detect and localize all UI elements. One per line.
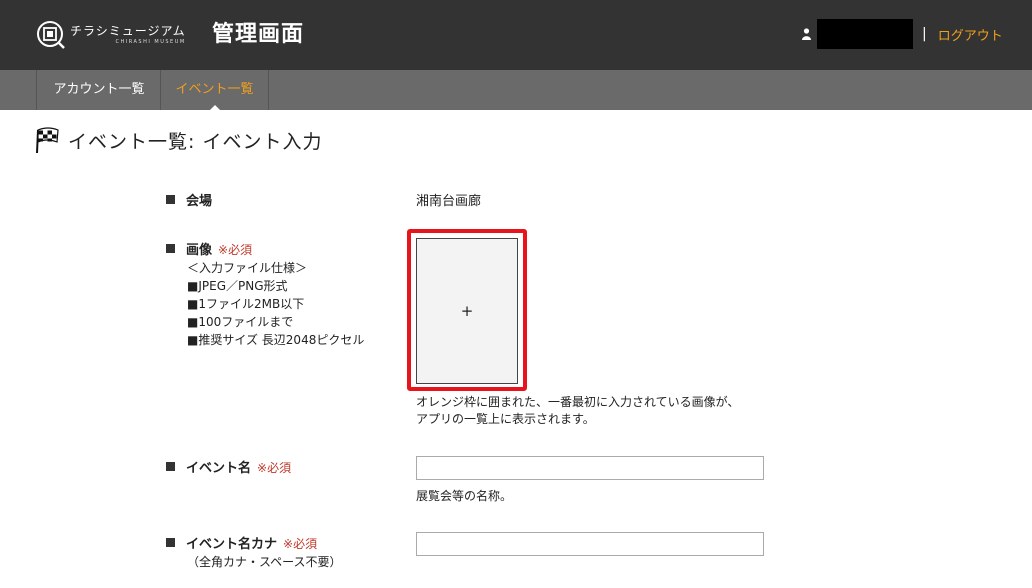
event-name-label: イベント名 [186,461,252,476]
image-note-line: オレンジ枠に囲まれた、一番最初に入力されている画像が、 [416,395,740,409]
venue-label: 会場 [186,194,213,209]
bullet-square [166,244,175,253]
logout-link[interactable]: ログアウト [938,25,1003,44]
checkered-flag-icon [36,127,59,154]
tab-events[interactable]: イベント一覧 [160,70,269,110]
spec-line: ＜入力ファイル仕様＞ [187,261,308,275]
spec-line: ■1ファイル2MB以下 [187,297,305,311]
image-spec: ＜入力ファイル仕様＞ ■JPEG／PNG形式 ■1ファイル2MB以下 ■100フ… [187,259,364,349]
event-name-input[interactable] [416,456,764,480]
event-kana-input[interactable] [416,532,764,556]
logo[interactable]: チラシミュージアム CHIRASHI MUSEUM [36,20,186,54]
event-kana-note: （全角カナ・スペース不要） [187,555,342,569]
image-upload-slot[interactable]: + [416,238,518,384]
event-kana-required-mark: ※必須 [283,537,318,551]
logo-name: チラシミュージアム [70,24,186,38]
plus-icon: + [460,302,474,320]
bullet-square [166,538,175,547]
page-heading: イベント一覧: イベント入力 [36,125,322,155]
spec-line: ■推奨サイズ 長辺2048ピクセル [187,333,365,347]
event-name-required-mark: ※必須 [257,461,292,475]
logo-subtitle: CHIRASHI MUSEUM [115,39,186,45]
separator: | [922,26,927,42]
user-icon [802,28,811,40]
spec-line: ■JPEG／PNG形式 [187,279,288,293]
admin-title: 管理画面 [212,22,305,47]
active-tab-indicator [209,105,220,110]
user-area: | ログアウト [802,19,1003,49]
tab-accounts[interactable]: アカウント一覧 [36,70,161,110]
image-note: オレンジ枠に囲まれた、一番最初に入力されている画像が、 アプリの一覧上に表示され… [416,394,739,428]
bullet-square [166,462,175,471]
user-name-redacted [817,19,913,49]
image-label: 画像 [186,243,213,258]
page-title: イベント一覧: イベント入力 [68,130,323,153]
main-nav: アカウント一覧 イベント一覧 [0,70,1032,110]
tab-events-label: イベント一覧 [175,82,254,97]
event-name-label-row: イベント名 ※必須 [166,457,291,476]
bullet-square [166,195,175,204]
image-label-row: 画像 ※必須 [166,239,252,258]
venue-label-row: 会場 [166,190,212,209]
event-name-help: 展覧会等の名称。 [416,489,513,503]
app-header: チラシミュージアム CHIRASHI MUSEUM 管理画面 | ログアウト [0,0,1032,70]
image-note-line: アプリの一覧上に表示されます。 [416,412,595,426]
spec-line: ■100ファイルまで [187,315,294,329]
logo-mark-icon [37,21,65,49]
image-required-mark: ※必須 [218,243,253,257]
event-kana-label: イベント名カナ [186,537,278,552]
event-kana-label-row: イベント名カナ ※必須 [166,533,317,552]
venue-value: 湘南台画廊 [416,194,482,209]
